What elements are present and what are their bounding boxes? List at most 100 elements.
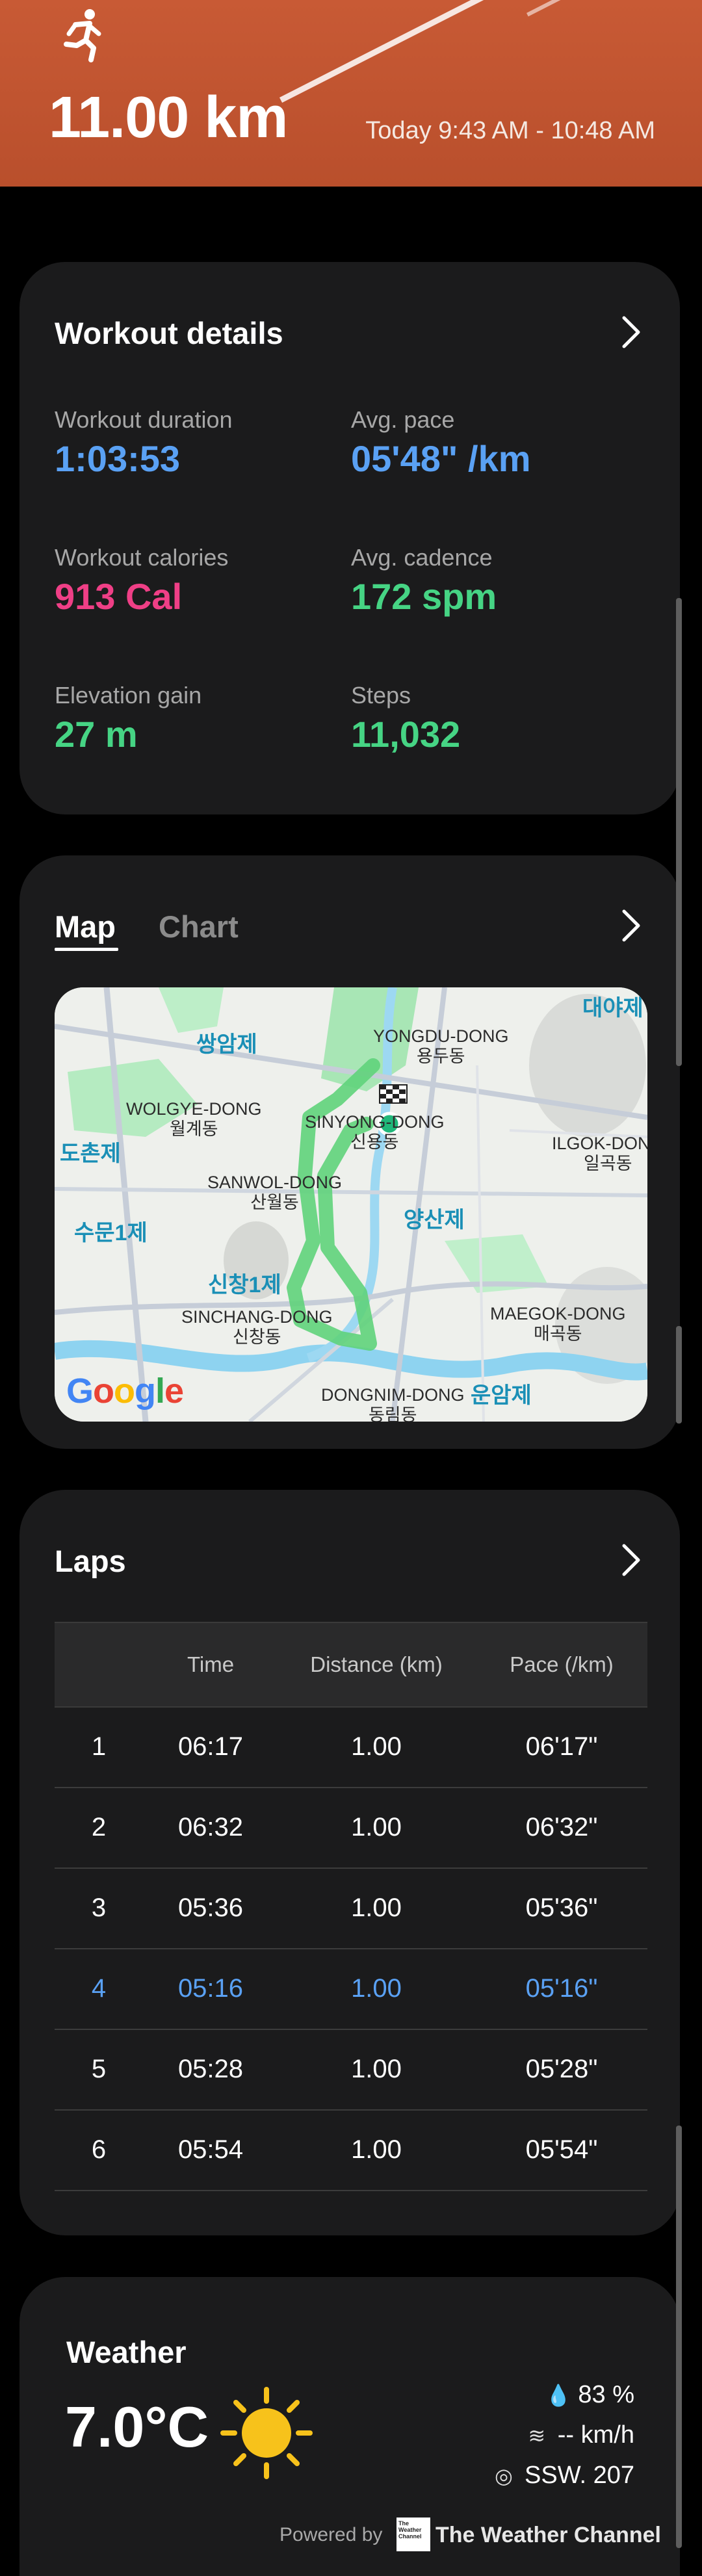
weather-channel-logo: The Weather Channel: [396, 2517, 430, 2551]
scrollbar-segment: [676, 2126, 682, 2548]
lap-time: 05:16: [177, 1974, 244, 2003]
chevron-right-icon[interactable]: [615, 906, 647, 945]
humidity-icon: 💧: [545, 2384, 572, 2407]
lap-number: 3: [91, 1893, 107, 1922]
weather-title: Weather: [66, 2335, 187, 2369]
steps-value: 11,032: [351, 714, 461, 755]
map-water-label: 운암제: [471, 1383, 532, 1408]
map-place-label: SINCHANG-DONG 신창동: [181, 1307, 333, 1347]
lap-number: 2: [91, 1813, 107, 1841]
track-line: [280, 0, 702, 103]
avg-pace-value: 05'48" /km: [351, 438, 531, 479]
total-distance: 11.00 km: [49, 85, 288, 150]
lap-time: 06:17: [177, 1732, 244, 1761]
weather-card: Weather 7.0°C 💧 83 % ≋ -- km/h ◎ SSW. 207 P…: [20, 2277, 680, 2576]
lap-pace: 05'16": [525, 1974, 598, 2003]
scrollbar[interactable]: [676, 598, 682, 1066]
workout-details-title: Workout details: [55, 316, 283, 350]
lap-pace: 06'32": [525, 1813, 598, 1841]
map-water-label: 양산제: [404, 1208, 465, 1232]
google-logo: Google: [66, 1372, 184, 1411]
column-header: Pace (/km): [510, 1652, 614, 1676]
map-water-label: 신창1제: [208, 1273, 281, 1297]
lap-distance: 1.00: [351, 1893, 402, 1922]
lap-distance: 1.00: [351, 1813, 402, 1841]
lap-time: 06:32: [177, 1813, 244, 1841]
map-water-label: 대야제: [582, 996, 644, 1021]
humidity-value: 83 %: [578, 2381, 634, 2408]
lap-number: 1: [91, 1732, 107, 1761]
lap-distance: 1.00: [351, 1974, 402, 2003]
map-place-label: YONGDU-DONG 용두동: [373, 1026, 509, 1067]
lap-distance: 1.00: [351, 1732, 402, 1761]
wind-direction-row: ◎ SSW. 207: [492, 2462, 634, 2490]
map-water-label: 수문1제: [74, 1221, 148, 1245]
tab-chart[interactable]: Chart: [159, 909, 239, 944]
compass-icon: ◎: [495, 2464, 513, 2488]
powered-by-label: Powered by: [280, 2524, 383, 2545]
map-place-label: ILGOK-DONG일곡동: [552, 1134, 647, 1174]
lap-distance: 1.00: [351, 2055, 402, 2083]
column-header: Distance (km): [310, 1652, 443, 1676]
tab-map[interactable]: Map: [55, 909, 116, 944]
wind-icon: ≋: [528, 2424, 546, 2447]
lap-number: 6: [91, 2135, 107, 2164]
table-row: 1 06:17 1.00 06'17": [55, 1706, 647, 1788]
running-person-icon: [64, 9, 101, 62]
elevation-gain-value: 27 m: [55, 714, 138, 755]
workout-duration-value: 1:03:53: [55, 438, 181, 479]
map-canvas: [55, 987, 647, 1422]
route-map[interactable]: YONGDU-DONG 용두동 WOLGYE-DONG 월계동 SINYONG-DO…: [55, 987, 647, 1422]
stat-label: Avg. pace: [351, 406, 455, 433]
stat-label: Avg. cadence: [351, 544, 493, 571]
active-tab-indicator: [55, 948, 118, 951]
table-row: 6 05:54 1.00 05'54": [55, 2109, 647, 2191]
lap-pace: 05'36": [525, 1893, 598, 1922]
lap-distance: 1.00: [351, 2135, 402, 2164]
lap-pace: 05'28": [525, 2055, 598, 2083]
chevron-right-icon[interactable]: [615, 1541, 647, 1580]
map-place-label: SANWOL-DONG 산월동: [207, 1173, 343, 1213]
stat-label: Workout calories: [55, 544, 229, 571]
workout-calories-value: 913 Cal: [55, 576, 183, 617]
track-line: [526, 0, 702, 17]
laps-title: Laps: [55, 1544, 126, 1578]
map-place-label: WOLGYE-DONG 월계동: [126, 1099, 262, 1139]
map-water-label: 쌍암제: [196, 1032, 257, 1057]
table-row: 3 05:36 1.00 05'36": [55, 1867, 647, 1949]
column-header: Time: [187, 1652, 235, 1676]
finish-flag-icon: [379, 1084, 408, 1104]
lap-time: 05:36: [177, 1893, 244, 1922]
table-row-fastest: 4 05:16 1.00 05'16": [55, 1948, 647, 2030]
workout-time-range: Today 9:43 AM - 10:48 AM: [365, 117, 655, 144]
workout-details-card[interactable]: Workout details Workout duration 1:03:53…: [20, 262, 680, 814]
stat-label: Elevation gain: [55, 682, 202, 709]
map-place-label: MAEGOK-DONG 매곡동: [490, 1304, 626, 1344]
laps-table-header: Time Distance (km) Pace (/km): [55, 1622, 647, 1708]
table-row: 5 05:28 1.00 05'28": [55, 2029, 647, 2111]
humidity-row: 💧 83 %: [545, 2381, 634, 2409]
table-row: 2 06:32 1.00 06'32": [55, 1787, 647, 1869]
workout-header: 11.00 km Today 9:43 AM - 10:48 AM: [0, 0, 702, 187]
map-water-label: 도촌제: [60, 1141, 121, 1166]
scrollbar-segment: [676, 1326, 682, 1424]
chevron-right-icon[interactable]: [615, 313, 647, 352]
sun-icon: [220, 2387, 313, 2479]
wind-speed-value: -- km/h: [557, 2421, 634, 2449]
lap-pace: 06'17": [525, 1732, 598, 1761]
lap-number: 5: [91, 2055, 107, 2083]
map-place-label: SINYONG-DONG 신용동: [305, 1112, 445, 1152]
lap-time: 05:54: [177, 2135, 244, 2164]
stat-label: Workout duration: [55, 406, 233, 433]
map-place-label: DONGNIM-DONG 동림동: [321, 1385, 465, 1422]
stat-label: Steps: [351, 682, 411, 709]
lap-time: 05:28: [177, 2055, 244, 2083]
lap-number: 4: [91, 1974, 107, 2003]
weather-provider-name: The Weather Channel: [436, 2523, 661, 2547]
avg-cadence-value: 172 spm: [351, 576, 497, 617]
map-card: Map Chart YONGDU-DONG 용두동 WOLGYE-DONG 월계…: [20, 855, 680, 1449]
laps-card[interactable]: Laps Time Distance (km) Pace (/km) 1 06:…: [20, 1490, 680, 2235]
lap-pace: 05'54": [525, 2135, 598, 2164]
temperature: 7.0°C: [65, 2395, 209, 2459]
wind-speed-row: ≋ -- km/h: [525, 2421, 634, 2449]
